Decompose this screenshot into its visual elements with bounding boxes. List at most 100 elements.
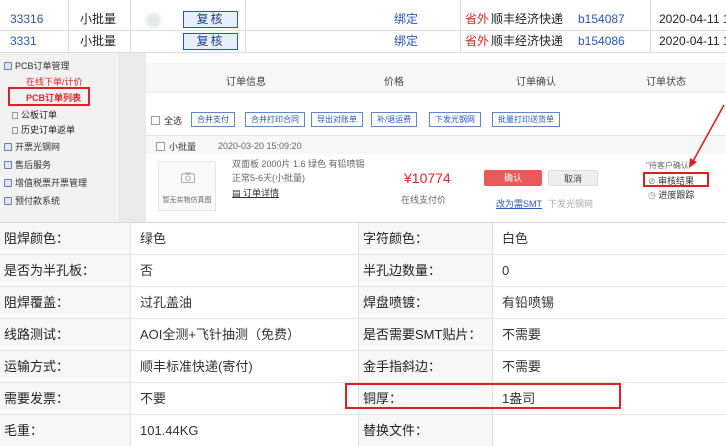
- clock-icon: ◷: [648, 190, 659, 200]
- table-row: 毛重： 101.44KG 替换文件：: [0, 415, 726, 446]
- table-row: 阻焊覆盖： 过孔盖油 焊盘喷镀： 有铅喷锡: [0, 287, 726, 319]
- review-button[interactable]: 复核: [183, 11, 238, 28]
- export-statement-button[interactable]: 导出对账单: [311, 112, 363, 127]
- field-label: 是否为半孔板：: [0, 255, 130, 286]
- batch-print-delivery-button[interactable]: 批量打印送货单: [492, 112, 560, 127]
- merge-pay-button[interactable]: 合并支付: [191, 112, 235, 127]
- sidebar-section-invoice[interactable]: 增值税票开票管理: [0, 174, 120, 192]
- field-label: 是否需要SMT贴片：: [359, 319, 492, 350]
- header-order-status: 订单状态: [646, 77, 686, 88]
- table-row: 运输方式： 顺丰标准快递(寄付) 金手指斜边： 不需要: [0, 351, 726, 383]
- issue-stencil-link[interactable]: 下发光钢网: [548, 197, 593, 210]
- order-detail-table: 阻焊颜色： 绿色 字符颜色： 白色 是否为半孔板： 否 半孔边数量： 0 阻焊覆…: [0, 222, 726, 446]
- sidebar-link-history-reorder[interactable]: 历史订单返单: [12, 123, 75, 137]
- field-label: 线路测试：: [0, 319, 130, 350]
- folder-icon: [4, 197, 12, 205]
- order-price: ¥10774: [404, 170, 451, 186]
- order-datetime: 2020-03-20 15:09:20: [218, 141, 302, 151]
- sidebar-link-public-order[interactable]: 公板订单: [12, 108, 57, 122]
- field-value: 101.44KG: [140, 423, 199, 438]
- blurred-avatar: [146, 13, 161, 28]
- pending-status: "待客户确认": [646, 161, 692, 170]
- product-photo-placeholder: 暂无实物仿真图: [158, 161, 216, 211]
- header-order-confirm: 订单确认: [516, 77, 556, 88]
- issue-stencil-button[interactable]: 下发光钢网: [429, 112, 481, 127]
- field-value: 0: [502, 263, 510, 278]
- field-label: 运输方式：: [0, 351, 130, 382]
- confirm-button[interactable]: 确认: [484, 170, 542, 186]
- field-label: 半孔边数量：: [359, 255, 492, 286]
- order-list-main: 订单信息 价格 订单确认 订单状态 全选 合并支付 合并打印合同 导出对账单 补…: [146, 53, 726, 222]
- order-card: 小批量 2020-03-20 15:09:20 暂无实物仿真图 双面板 2000…: [146, 135, 726, 222]
- order-date: 2020-04-11 18: [659, 34, 726, 48]
- field-value: 否: [140, 263, 154, 278]
- table-row: 是否为半孔板： 否 半孔边数量： 0: [0, 255, 726, 287]
- checkbox-icon: [151, 116, 160, 125]
- highlight-box-copper-thickness: [345, 383, 621, 409]
- top-order-table: 33316 小批量 复核 绑定 省外 顺丰经济快递 b154087 2020-0…: [0, 0, 726, 53]
- annotation-arrow-icon: [689, 104, 725, 168]
- field-value: 不要: [140, 391, 167, 406]
- field-value: 白色: [502, 231, 529, 246]
- change-to-smt-link[interactable]: 改为需SMT: [496, 197, 542, 210]
- folder-icon: [4, 161, 12, 169]
- order-code[interactable]: b154086: [578, 31, 625, 52]
- spec-summary: 双面板 2000片 1.6 绿色 有铅喷锡: [232, 159, 365, 169]
- sidebar-section-after-sales[interactable]: 售后服务: [0, 156, 120, 174]
- order-card-checkbox[interactable]: 小批量: [156, 140, 196, 153]
- field-label: 需要发票：: [0, 383, 130, 414]
- field-value: 不需要: [502, 359, 542, 374]
- field-label: 阻焊覆盖：: [0, 287, 130, 318]
- bind-status[interactable]: 绑定: [394, 9, 418, 30]
- header-price: 价格: [384, 77, 404, 88]
- field-label: 阻焊颜色：: [0, 223, 130, 254]
- order-number[interactable]: 3331: [10, 31, 37, 52]
- sidebar: PCB订单管理 在线下单/计价 PCB订单列表 公板订单 历史订单返单 开票光钢…: [0, 53, 120, 222]
- review-button[interactable]: 复核: [183, 33, 238, 50]
- order-type: 小批量: [80, 12, 117, 26]
- progress-tracking-link[interactable]: ◷ 进度跟踪: [648, 188, 694, 201]
- field-value: 不需要: [502, 327, 542, 342]
- sidebar-section-pcb[interactable]: PCB订单管理: [0, 57, 120, 75]
- shipping-method: 顺丰经济快递: [491, 12, 564, 26]
- order-number[interactable]: 33316: [10, 9, 43, 30]
- freight-adjust-button[interactable]: 补/退运费: [371, 112, 418, 127]
- merge-print-contract-button[interactable]: 合并打印合同: [245, 112, 305, 127]
- order-list-panel: PCB订单管理 在线下单/计价 PCB订单列表 公板订单 历史订单返单 开票光钢…: [0, 53, 726, 222]
- folder-icon: [4, 143, 12, 151]
- field-value: 有铅喷锡: [502, 295, 555, 310]
- field-value: 过孔盖油: [140, 295, 193, 310]
- bind-status[interactable]: 绑定: [394, 31, 418, 52]
- cancel-button[interactable]: 取消: [548, 170, 598, 186]
- order-type: 小批量: [80, 34, 117, 48]
- table-row: 线路测试： AOI全测+飞针抽测（免费） 是否需要SMT贴片： 不需要: [0, 319, 726, 351]
- field-label: 金手指斜边：: [359, 351, 492, 382]
- order-date: 2020-04-11 18: [659, 12, 726, 26]
- field-label: 字符颜色：: [359, 223, 492, 254]
- region-badge: 省外: [465, 12, 490, 26]
- sidebar-gutter: [120, 53, 146, 222]
- order-detail-link[interactable]: ▤ 订单详情: [232, 186, 279, 199]
- header-order-info: 订单信息: [226, 77, 266, 88]
- lead-time: 正常5-6天(小批量): [232, 173, 306, 183]
- order-code[interactable]: b154087: [578, 9, 625, 30]
- checkbox-icon: [156, 142, 165, 151]
- field-label: 替换文件：: [359, 415, 492, 446]
- select-all-checkbox[interactable]: 全选: [151, 114, 182, 127]
- document-icon: [12, 127, 18, 134]
- highlight-box-order-list: [8, 87, 90, 106]
- table-row: 33316 小批量 复核 绑定 省外 顺丰经济快递 b154087 2020-0…: [0, 9, 726, 31]
- sidebar-section-stencil[interactable]: 开票光钢网: [0, 138, 120, 156]
- folder-icon: [4, 179, 12, 187]
- photo-caption: 暂无实物仿真图: [162, 197, 212, 204]
- table-row: 阻焊颜色： 绿色 字符颜色： 白色: [0, 223, 726, 255]
- region-badge: 省外: [465, 34, 490, 48]
- document-icon: [12, 112, 18, 119]
- sidebar-section-prepay[interactable]: 预付款系统: [0, 192, 120, 210]
- field-label: 焊盘喷镀：: [359, 287, 492, 318]
- field-value: 顺丰标准快递(寄付): [140, 359, 253, 374]
- field-value: AOI全测+飞针抽测（免费）: [140, 327, 300, 342]
- payment-type: 在线支付价: [401, 195, 447, 205]
- table-row: 3331 小批量 复核 绑定 省外 顺丰经济快递 b154086 2020-04…: [0, 31, 726, 53]
- field-label: 毛重：: [0, 415, 130, 446]
